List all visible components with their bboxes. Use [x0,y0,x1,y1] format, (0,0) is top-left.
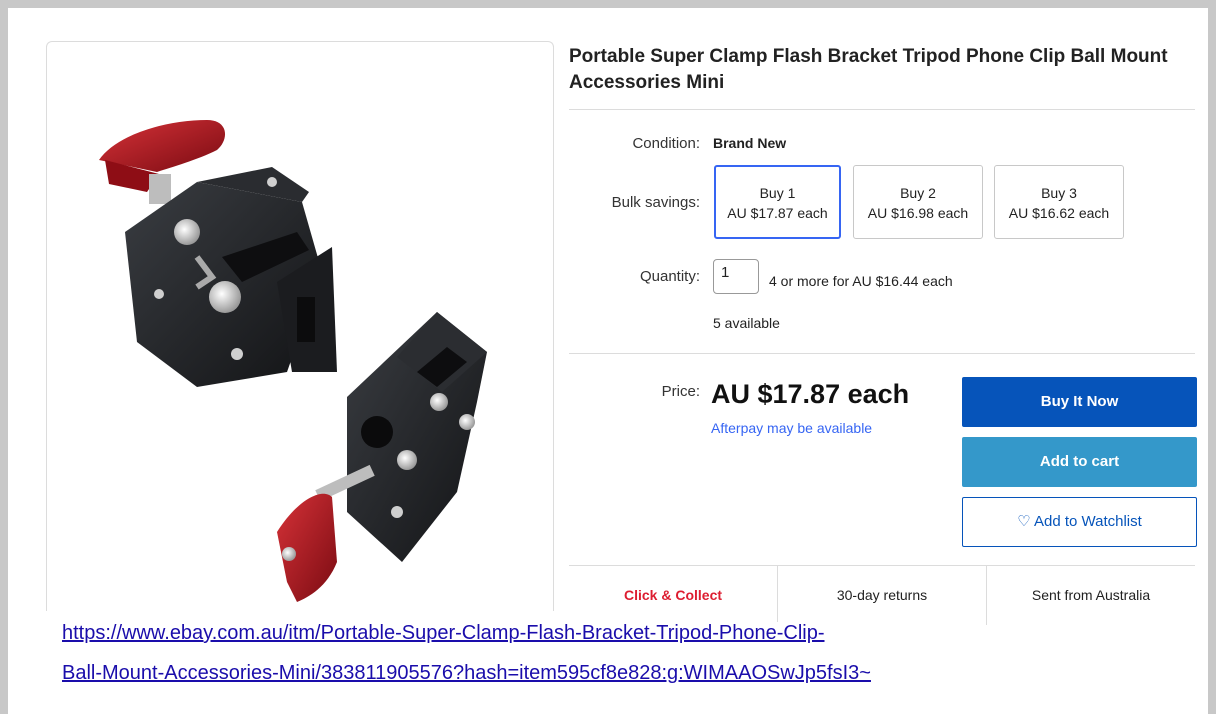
availability-text: 5 available [713,315,780,331]
listing-url-line-2[interactable]: Ball-Mount-Accessories-Mini/383811905576… [62,662,871,685]
quantity-input[interactable]: 1 [713,259,759,294]
clamp-top-left [99,120,337,387]
price-value: AU $17.87 each [711,379,910,409]
details-divider [569,353,1195,354]
bulk-option-qty: Buy 2 [900,185,936,201]
price-label: Price: [661,383,700,400]
add-to-cart-button[interactable]: Add to cart [962,437,1197,487]
add-to-watchlist-button[interactable]: ♡ Add to Watchlist [962,497,1197,547]
shipping-feature[interactable]: Sent from Australia [987,566,1195,625]
product-image-panel[interactable] [46,41,554,611]
afterpay-link[interactable]: Afterpay may be available [711,420,872,436]
listing-title: Portable Super Clamp Flash Bracket Tripo… [569,46,1168,93]
product-image [99,120,487,602]
bulk-option-buy-2[interactable]: Buy 2 AU $16.98 each [853,165,983,239]
bulk-option-buy-3[interactable]: Buy 3 AU $16.62 each [994,165,1124,239]
quantity-label: Quantity: [639,268,700,285]
title-divider [569,109,1195,110]
buy-it-now-button[interactable]: Buy It Now [962,377,1197,427]
returns-feature[interactable]: 30-day returns [778,566,987,625]
bulk-option-price: AU $17.87 each [727,205,828,221]
condition-label: Condition: [632,135,700,152]
bulk-savings-label: Bulk savings: [611,194,700,211]
bulk-option-qty: Buy 3 [1041,185,1077,201]
bulk-option-price: AU $16.62 each [1008,205,1110,221]
bulk-option-buy-1[interactable]: Buy 1 AU $17.87 each [714,165,841,239]
feature-row: Click & Collect 30-day returns Sent from… [569,565,1195,625]
click-collect-feature[interactable]: Click & Collect [569,566,778,625]
quantity-offer: 4 or more for AU $16.44 each [769,273,953,289]
condition-value: Brand New [713,135,787,151]
bulk-option-price: AU $16.98 each [867,205,969,221]
bulk-option-qty: Buy 1 [759,185,796,201]
listing-url-line-1[interactable]: https://www.ebay.com.au/itm/Portable-Sup… [62,622,825,645]
